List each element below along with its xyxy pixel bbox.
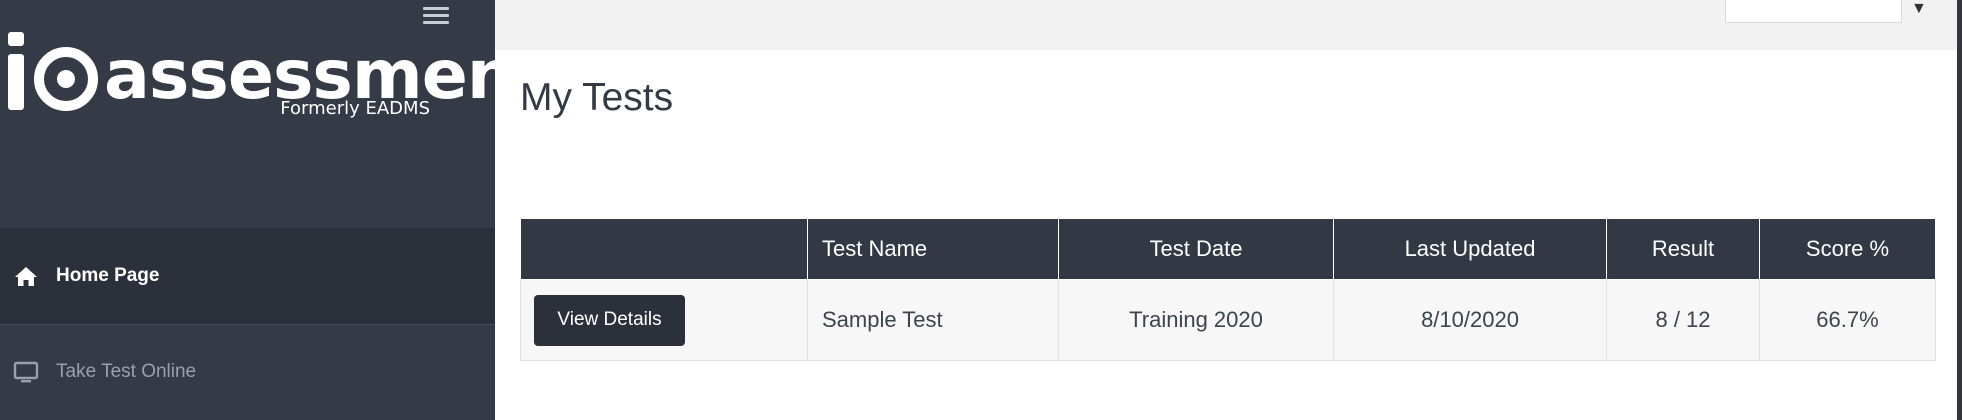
- logo-subtitle: Formerly EADMS: [280, 98, 430, 119]
- sidebar-item-take-test-online[interactable]: Take Test Online: [0, 324, 495, 420]
- sidebar-item-home[interactable]: Home Page: [0, 228, 495, 325]
- column-header-test-name: Test Name: [807, 219, 1059, 280]
- sidebar-item-label: Take Test Online: [56, 361, 197, 382]
- table-cell-action: View Details: [520, 279, 808, 361]
- monitor-icon: [13, 361, 39, 383]
- table-row: View Details Sample Test Training 2020 8…: [520, 279, 1936, 361]
- sidebar-item-label: Home Page: [56, 265, 160, 286]
- column-header-actions: [520, 219, 808, 280]
- main-content: ▼ My Tests Test Name Test Date Last Upda…: [495, 0, 1957, 420]
- view-details-button[interactable]: View Details: [534, 294, 685, 346]
- tests-table: Test Name Test Date Last Updated Result …: [520, 219, 1936, 361]
- home-icon: [15, 267, 37, 286]
- table-header-row: Test Name Test Date Last Updated Result …: [520, 219, 1936, 280]
- top-bar: ▼: [495, 0, 1957, 50]
- table-cell-score: 66.7%: [1759, 279, 1936, 361]
- table-cell-test-name: Sample Test: [807, 279, 1059, 361]
- window-edge: [1957, 0, 1962, 420]
- app-logo[interactable]: assessment Formerly EADMS: [6, 20, 547, 130]
- column-header-test-date: Test Date: [1058, 219, 1334, 280]
- user-select[interactable]: [1725, 0, 1902, 23]
- table-cell-test-date: Training 2020: [1058, 279, 1334, 361]
- page-title: My Tests: [520, 76, 674, 119]
- io-logo-icon: [8, 32, 98, 111]
- table-cell-result: 8 / 12: [1606, 279, 1760, 361]
- column-header-result: Result: [1606, 219, 1760, 280]
- column-header-score: Score %: [1759, 219, 1936, 280]
- column-header-last-updated: Last Updated: [1333, 219, 1607, 280]
- table-cell-last-updated: 8/10/2020: [1333, 279, 1607, 361]
- sidebar: assessment Formerly EADMS Home Page Take…: [0, 0, 547, 420]
- caret-down-icon[interactable]: ▼: [1911, 0, 1927, 18]
